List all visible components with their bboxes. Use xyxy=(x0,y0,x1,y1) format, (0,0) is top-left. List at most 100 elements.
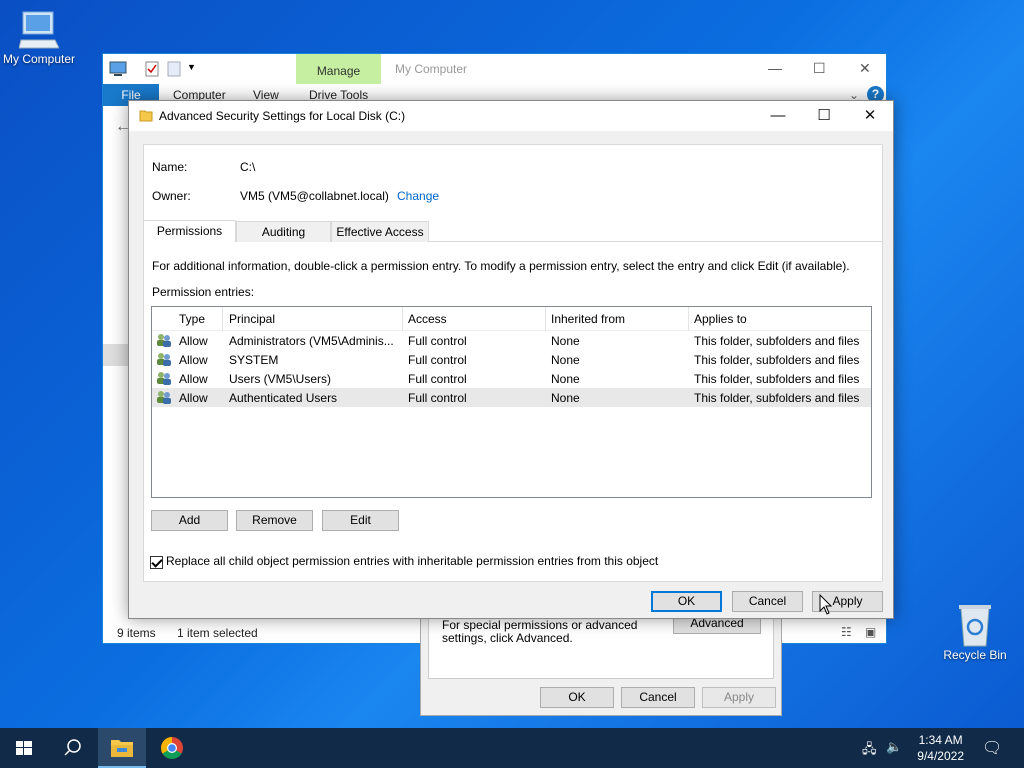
taskbar: 🖧 🔈 1:34 AM 9/4/2022 🗨 xyxy=(0,728,1024,768)
status-item-count: 9 items xyxy=(117,626,156,640)
cell-inherited-from: None xyxy=(551,353,580,367)
cell-principal: Administrators (VM5\Adminis... xyxy=(229,334,394,348)
quick-access-dropdown-icon[interactable]: ▼ xyxy=(187,62,196,72)
dialog-close-icon[interactable]: ✕ xyxy=(847,101,893,131)
owner-label: Owner: xyxy=(152,189,191,203)
edit-button[interactable]: Edit xyxy=(322,510,399,531)
folder-icon xyxy=(139,110,153,122)
cell-type: Allow xyxy=(179,353,208,367)
properties-quick-icon[interactable] xyxy=(145,61,159,77)
advanced-security-dialog: Advanced Security Settings for Local Dis… xyxy=(128,100,894,619)
cell-access: Full control xyxy=(408,391,467,405)
cell-inherited-from: None xyxy=(551,391,580,405)
dialog-minimize-icon[interactable]: — xyxy=(755,101,801,131)
column-access[interactable]: Access xyxy=(408,312,447,326)
action-center-icon[interactable]: 🗨 xyxy=(982,738,1002,758)
computer-small-icon xyxy=(109,61,127,76)
cell-access: Full control xyxy=(408,372,467,386)
file-explorer-icon xyxy=(111,740,133,757)
add-button[interactable]: Add xyxy=(151,510,228,531)
my-computer-label: My Computer xyxy=(2,52,76,66)
cancel-button[interactable]: Cancel xyxy=(732,591,803,612)
cell-type: Allow xyxy=(179,334,208,348)
clock-date: 9/4/2022 xyxy=(917,749,964,763)
cell-access: Full control xyxy=(408,334,467,348)
user-group-icon xyxy=(157,334,171,347)
cell-access: Full control xyxy=(408,353,467,367)
file-explorer-taskbar-button[interactable] xyxy=(98,728,146,768)
user-group-icon xyxy=(157,391,171,404)
name-label: Name: xyxy=(152,160,188,174)
chrome-icon xyxy=(161,737,183,759)
table-row[interactable]: Allow SYSTEM Full control None This folder, … xyxy=(152,350,871,369)
computer-icon xyxy=(19,11,59,49)
large-icons-view-icon[interactable]: ▣ xyxy=(865,625,876,639)
network-icon[interactable]: 🖧 xyxy=(862,740,877,762)
chrome-taskbar-button[interactable] xyxy=(148,728,196,768)
dialog-maximize-icon[interactable]: ☐ xyxy=(801,101,847,131)
clock[interactable]: 1:34 AM 9/4/2022 xyxy=(917,732,964,764)
column-applies-to[interactable]: Applies to xyxy=(694,312,747,326)
column-type[interactable]: Type xyxy=(179,312,205,326)
start-button[interactable] xyxy=(0,728,48,768)
cell-type: Allow xyxy=(179,391,208,405)
table-row[interactable]: Allow Users (VM5\Users) Full control None Th… xyxy=(152,369,871,388)
windows-logo-icon xyxy=(16,741,32,755)
user-group-icon xyxy=(157,353,171,366)
recycle-bin-desktop-icon[interactable]: Recycle Bin xyxy=(932,602,1018,662)
table-row[interactable]: Allow Authenticated Users Full control None… xyxy=(152,388,871,407)
clock-time: 1:34 AM xyxy=(918,733,963,747)
cell-applies-to: This folder, subfolders and files xyxy=(694,391,860,405)
manage-tab[interactable]: Manage xyxy=(296,54,381,84)
cell-inherited-from: None xyxy=(551,372,580,386)
owner-value: VM5 (VM5@collabnet.local) xyxy=(240,189,389,203)
explorer-minimize-icon[interactable]: — xyxy=(768,60,782,76)
permission-entries-list[interactable]: Type Principal Access Inherited from App… xyxy=(151,306,872,498)
replace-child-checkbox[interactable] xyxy=(150,556,163,569)
my-computer-desktop-icon[interactable]: My Computer xyxy=(0,10,82,66)
explorer-close-icon[interactable]: ✕ xyxy=(859,60,871,77)
remove-button[interactable]: Remove xyxy=(236,510,313,531)
cell-applies-to: This folder, subfolders and files xyxy=(694,372,860,386)
recycle-bin-label: Recycle Bin xyxy=(943,648,1007,662)
new-folder-quick-icon[interactable] xyxy=(167,61,181,77)
details-view-icon[interactable]: ☷ xyxy=(841,625,852,639)
properties-apply-button[interactable]: Apply xyxy=(702,687,776,708)
search-button[interactable] xyxy=(48,728,96,768)
cell-principal: Authenticated Users xyxy=(229,391,338,405)
cell-type: Allow xyxy=(179,372,208,386)
properties-dialog: For special permissions or advanced sett… xyxy=(420,612,782,716)
column-principal[interactable]: Principal xyxy=(229,312,275,326)
name-value: C:\ xyxy=(240,160,256,174)
explorer-title: My Computer xyxy=(395,62,468,76)
cell-inherited-from: None xyxy=(551,334,580,348)
cell-applies-to: This folder, subfolders and files xyxy=(694,353,860,367)
properties-ok-button[interactable]: OK xyxy=(540,687,614,708)
recycle-bin-icon xyxy=(959,605,991,647)
cell-principal: Users (VM5\Users) xyxy=(229,372,332,386)
volume-icon[interactable]: 🔈 xyxy=(886,739,902,755)
column-inherited-from[interactable]: Inherited from xyxy=(551,312,625,326)
dialog-titlebar: Advanced Security Settings for Local Dis… xyxy=(129,101,893,131)
ok-button[interactable]: OK xyxy=(651,591,722,612)
info-text: For additional information, double-click… xyxy=(152,259,850,273)
cell-applies-to: This folder, subfolders and files xyxy=(694,334,860,348)
change-owner-link[interactable]: Change xyxy=(397,189,439,203)
nav-pane-marker xyxy=(103,344,129,366)
search-icon xyxy=(64,739,81,756)
entries-label: Permission entries: xyxy=(152,285,255,299)
list-header: Type Principal Access Inherited from App… xyxy=(152,307,871,331)
properties-cancel-button[interactable]: Cancel xyxy=(621,687,695,708)
mouse-cursor-icon xyxy=(819,594,833,615)
tab-permissions[interactable]: Permissions xyxy=(143,220,236,242)
replace-child-label[interactable]: Replace all child object permission entr… xyxy=(166,554,658,568)
dialog-title: Advanced Security Settings for Local Dis… xyxy=(159,109,406,123)
table-row[interactable]: Allow Administrators (VM5\Adminis... Full … xyxy=(152,331,871,350)
explorer-titlebar: ▼ Manage My Computer — ☐ ✕ xyxy=(103,54,886,84)
status-selected-count: 1 item selected xyxy=(177,626,258,640)
tab-auditing[interactable]: Auditing xyxy=(236,221,331,242)
user-group-icon xyxy=(157,372,171,385)
properties-hint: For special permissions or advanced sett… xyxy=(442,618,638,645)
tab-effective-access[interactable]: Effective Access xyxy=(331,221,429,242)
explorer-maximize-icon[interactable]: ☐ xyxy=(813,60,826,77)
